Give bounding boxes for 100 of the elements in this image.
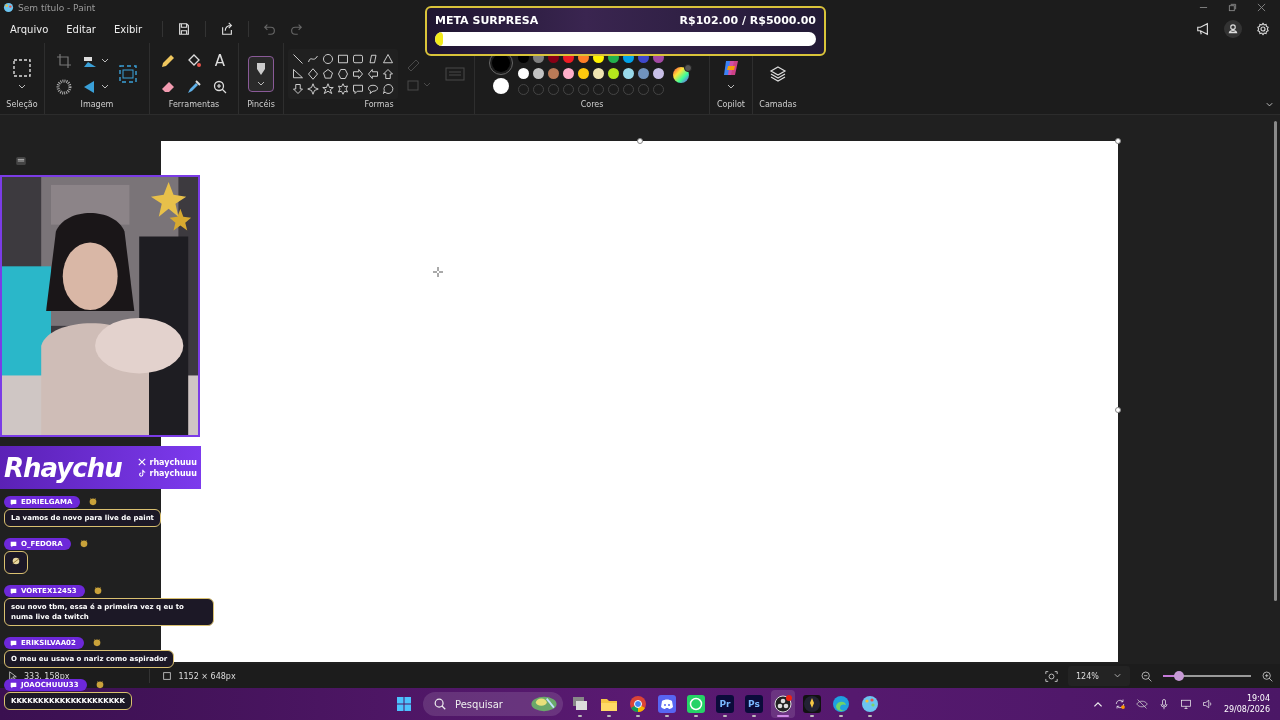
resize-icon[interactable] — [118, 63, 138, 84]
color-swatch[interactable] — [593, 68, 604, 79]
mascot-icon — [92, 585, 103, 595]
crosshair-cursor-icon — [433, 267, 443, 277]
share-icon[interactable] — [220, 22, 235, 36]
fit-screen-icon[interactable] — [1045, 669, 1058, 683]
color-swatch[interactable] — [653, 68, 664, 79]
widget-icon[interactable] — [529, 695, 559, 713]
shape-option-icon[interactable] — [367, 82, 379, 95]
menu-item[interactable]: Arquivo — [4, 19, 55, 39]
close-icon[interactable] — [1257, 3, 1266, 12]
shape-option-icon[interactable] — [352, 82, 364, 95]
resize-handle[interactable] — [637, 138, 643, 144]
zoom-out-icon[interactable] — [1140, 669, 1153, 683]
shape-option-icon[interactable] — [307, 67, 319, 80]
color-swatch[interactable] — [518, 68, 529, 79]
search-box[interactable]: Pesquisar — [423, 692, 563, 716]
shape-option-icon[interactable] — [382, 82, 394, 95]
zoom-in-icon[interactable] — [1261, 669, 1274, 683]
shape-option-icon[interactable] — [352, 67, 364, 80]
shape-option-icon[interactable] — [337, 52, 349, 65]
undo-icon[interactable] — [263, 22, 278, 36]
panel-icon[interactable] — [16, 157, 26, 165]
color-picker-icon[interactable] — [186, 78, 202, 95]
color-swatch[interactable] — [608, 68, 619, 79]
resize-handle[interactable] — [1115, 138, 1121, 144]
chevron-icon — [256, 80, 266, 87]
brush-button[interactable] — [248, 55, 274, 92]
megaphone-icon[interactable] — [1196, 22, 1210, 36]
color-swatch[interactable] — [533, 68, 544, 79]
microphone-icon[interactable] — [1157, 698, 1170, 710]
canvas-size-icon — [162, 671, 173, 681]
selection-icon[interactable] — [12, 57, 32, 78]
shape-option-icon[interactable] — [337, 67, 349, 80]
secondary-color-swatch[interactable] — [493, 77, 509, 94]
x-logo-icon — [138, 458, 147, 466]
speaker-icon[interactable] — [1201, 698, 1214, 710]
zoom-slider-thumb[interactable] — [1173, 671, 1184, 681]
chevron-icon[interactable] — [17, 83, 27, 90]
chat-bubble-icon — [10, 498, 17, 506]
monitor-icon[interactable] — [1179, 698, 1192, 710]
shape-option-icon[interactable] — [322, 82, 334, 95]
group-label: Ferramentas — [168, 100, 220, 111]
settings-icon[interactable] — [1256, 22, 1270, 36]
color-wheel-icon[interactable] — [672, 63, 692, 84]
shape-option-icon[interactable] — [382, 67, 394, 80]
shape-option-icon[interactable] — [307, 82, 319, 95]
sync-icon[interactable] — [1113, 698, 1126, 710]
chevron-icon[interactable] — [1265, 102, 1274, 108]
resize-handle[interactable] — [1115, 407, 1121, 413]
chevron-icon[interactable] — [726, 83, 736, 90]
paint-app-icon — [3, 2, 14, 13]
menu-item[interactable]: Exibir — [107, 19, 149, 39]
shape-option-icon[interactable] — [292, 52, 304, 65]
crop-icon[interactable] — [56, 52, 72, 69]
ring-logo-icon[interactable] — [771, 690, 795, 718]
chat-bubble-icon — [10, 540, 17, 548]
zoom-dropdown[interactable]: 124% — [1068, 666, 1130, 686]
color-swatch[interactable] — [578, 68, 589, 79]
scrollbar[interactable] — [1274, 121, 1277, 601]
shape-option-icon[interactable] — [352, 52, 364, 65]
hidden-eye-icon[interactable] — [1135, 698, 1148, 710]
clock-date[interactable]: 29/08/2026 — [1223, 704, 1270, 715]
music-note-icon — [138, 469, 147, 477]
save-icon[interactable] — [177, 22, 192, 36]
group-label: Imagem — [80, 100, 114, 111]
mascot-icon — [91, 637, 102, 647]
color-swatch[interactable] — [638, 68, 649, 79]
color-swatch[interactable] — [623, 68, 634, 79]
restore-icon[interactable] — [1228, 3, 1237, 12]
chevron-icon — [1113, 673, 1122, 679]
clock-time[interactable]: 19:04 — [1246, 693, 1270, 704]
chat-bubble-icon — [10, 639, 17, 647]
pencil-icon[interactable] — [160, 52, 176, 69]
menu-item[interactable]: Editar — [60, 19, 102, 39]
shape-option-icon[interactable] — [367, 52, 379, 65]
fill-bucket-icon[interactable] — [186, 52, 202, 69]
redo-icon[interactable] — [289, 22, 304, 36]
magnifier-icon[interactable] — [212, 78, 228, 95]
search-field[interactable]: Pesquisar — [453, 697, 517, 711]
color-swatch[interactable] — [563, 68, 574, 79]
pattern-icon[interactable] — [56, 78, 72, 95]
group-label: Formas — [364, 100, 394, 111]
goal-title: META SURPRESA — [435, 14, 539, 27]
shape-option-icon[interactable] — [322, 52, 334, 65]
window-title: Sem título - Paint — [18, 2, 96, 13]
color-swatch[interactable] — [548, 68, 559, 79]
profile-icon[interactable] — [1224, 20, 1242, 38]
mascot-icon — [88, 496, 99, 506]
shape-option-icon[interactable] — [322, 67, 334, 80]
shape-option-icon[interactable] — [292, 67, 304, 80]
text-tool[interactable]: A — [212, 52, 228, 69]
shape-option-icon[interactable] — [292, 82, 304, 95]
goal-amount: R$102.00 / R$5000.00 — [679, 14, 816, 27]
shape-option-icon[interactable] — [382, 52, 394, 65]
group-label: Seleção — [6, 100, 38, 111]
shape-option-icon[interactable] — [367, 67, 379, 80]
shape-option-icon[interactable] — [337, 82, 349, 95]
cursor-position: 333, 158px — [24, 671, 70, 681]
start-icon[interactable] — [396, 696, 412, 712]
